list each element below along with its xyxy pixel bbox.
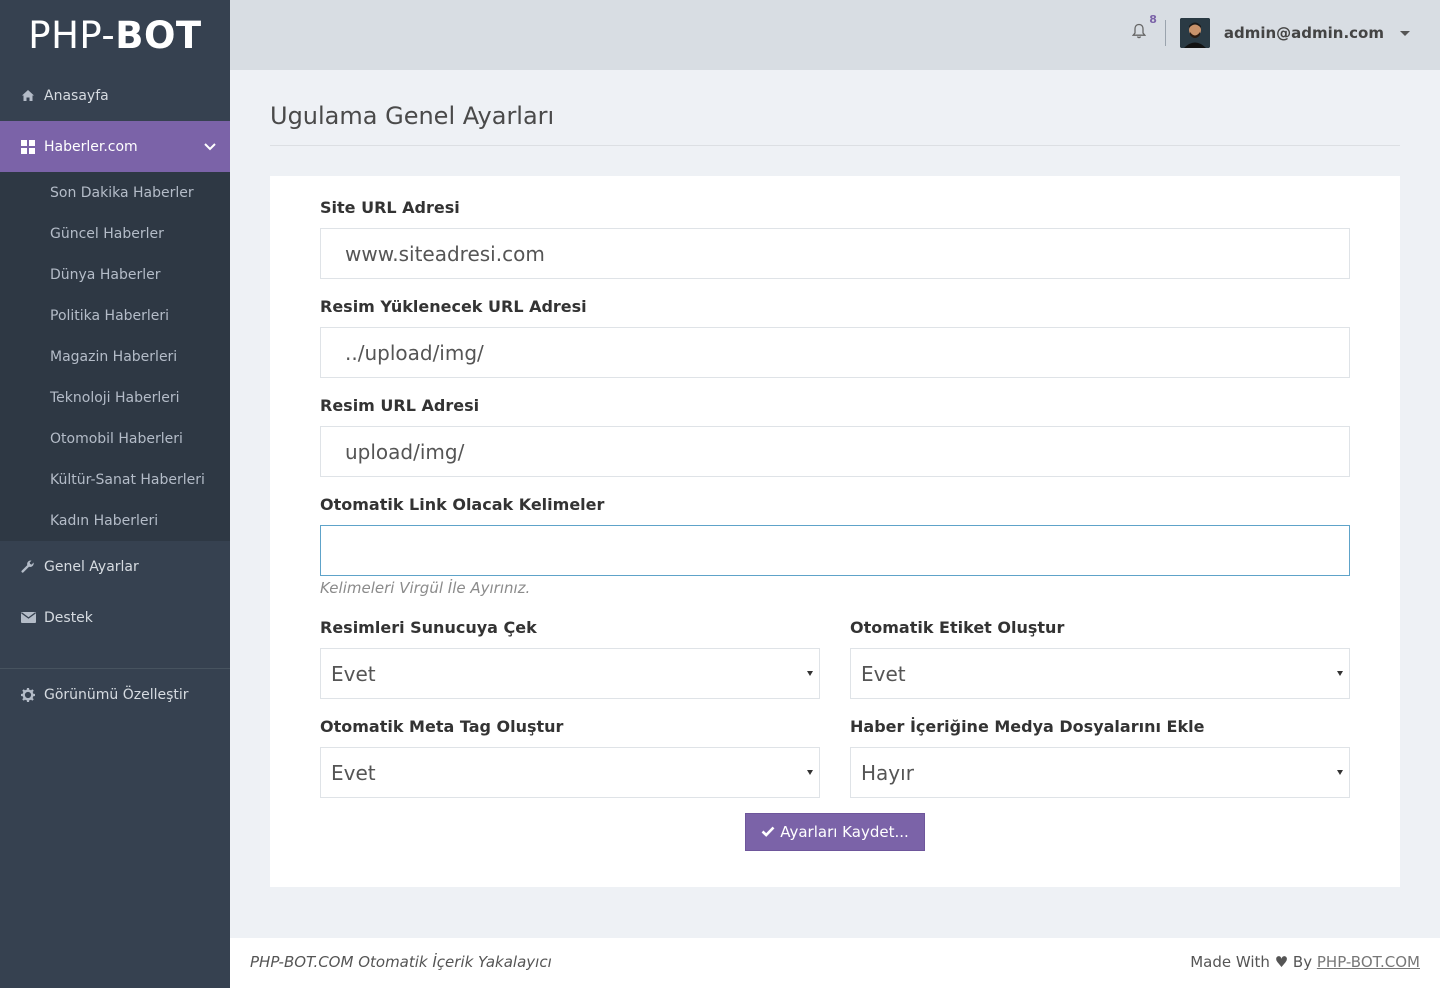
brand-logo[interactable]: PHP- BOT: [0, 0, 230, 70]
sidebar-item-genel-ayarlar[interactable]: Genel Ayarlar: [0, 541, 230, 592]
auto-meta-value: Evet: [331, 760, 376, 785]
submenu-item[interactable]: Son Dakika Haberler: [0, 172, 230, 213]
sidebar-item-label: Destek: [44, 609, 93, 626]
add-media-label: Haber İçeriğine Medya Dosyalarını Ekle: [850, 717, 1205, 736]
sidebar-item-label: Genel Ayarlar: [44, 558, 139, 575]
auto-tags-select[interactable]: Evet: [850, 648, 1350, 699]
save-settings-button[interactable]: Ayarları Kaydet...: [745, 813, 925, 851]
select-arrow-icon: [807, 671, 813, 676]
site-url-value: www.siteadresi.com: [345, 241, 545, 266]
upload-url-field[interactable]: ../upload/img/: [320, 327, 1350, 378]
avatar[interactable]: [1179, 18, 1210, 48]
check-icon: [761, 823, 775, 841]
sidebar-item-haberler[interactable]: Haberler.com: [0, 121, 230, 172]
auto-meta-label: Otomatik Meta Tag Oluştur: [320, 717, 564, 736]
footer-link[interactable]: PHP-BOT.COM: [1317, 953, 1420, 971]
select-arrow-icon: [1337, 770, 1343, 775]
select-arrow-icon: [1337, 671, 1343, 676]
sidebar-item-label: Haberler.com: [44, 138, 138, 155]
site-url-field[interactable]: www.siteadresi.com: [320, 228, 1350, 279]
top-header: 8 admin@admin.com: [230, 0, 1440, 70]
footer-tagline: PHP-BOT.COM Otomatik İçerik Yakalayıcı: [250, 953, 552, 971]
bell-icon: [1131, 23, 1147, 43]
auto-meta-select[interactable]: Evet: [320, 747, 820, 798]
upload-url-value: ../upload/img/: [345, 340, 484, 365]
fetch-images-label: Resimleri Sunucuya Çek: [320, 618, 537, 637]
submenu-item[interactable]: Kültür-Sanat Haberleri: [0, 459, 230, 500]
save-settings-label: Ayarları Kaydet...: [780, 823, 909, 841]
page-title: Ugulama Genel Ayarları: [270, 102, 555, 130]
image-url-label: Resim URL Adresi: [320, 396, 480, 415]
fetch-images-value: Evet: [331, 661, 376, 686]
footer-made-with: Made With ♥ By: [1190, 953, 1313, 971]
settings-form: Site URL Adresi www.siteadresi.com Resim…: [270, 176, 1400, 887]
sidebar: PHP- BOT Anasayfa Haberler.com Son Dakika…: [0, 0, 230, 988]
wrench-icon: [20, 559, 36, 574]
notification-count: 8: [1149, 13, 1157, 26]
sidebar-item-anasayfa[interactable]: Anasayfa: [0, 70, 230, 121]
image-url-value: upload/img/: [345, 439, 465, 464]
submenu-item[interactable]: Kadın Haberleri: [0, 500, 230, 541]
brand-prefix: PHP-: [28, 13, 116, 57]
header-separator: [1164, 20, 1166, 46]
user-email[interactable]: admin@admin.com: [1224, 24, 1384, 42]
submenu-item[interactable]: Politika Haberleri: [0, 295, 230, 336]
sidebar-item-gorunum[interactable]: Görünümü Özelleştir: [0, 669, 230, 720]
submenu-item[interactable]: Dünya Haberler: [0, 254, 230, 295]
title-divider: [270, 145, 1400, 146]
sidebar-item-destek[interactable]: Destek: [0, 592, 230, 643]
grid-icon: [20, 139, 36, 154]
upload-url-label: Resim Yüklenecek URL Adresi: [320, 297, 587, 316]
image-url-field[interactable]: upload/img/: [320, 426, 1350, 477]
brand-bold: BOT: [115, 13, 202, 57]
sidebar-item-label: Anasayfa: [44, 87, 109, 104]
submenu-item[interactable]: Teknoloji Haberleri: [0, 377, 230, 418]
site-url-label: Site URL Adresi: [320, 198, 460, 217]
select-arrow-icon: [807, 770, 813, 775]
header-right: 8 admin@admin.com: [1129, 0, 1410, 66]
caret-down-icon[interactable]: [1400, 30, 1410, 36]
auto-tags-value: Evet: [861, 661, 906, 686]
submenu-item[interactable]: Magazin Haberleri: [0, 336, 230, 377]
home-icon: [20, 89, 36, 102]
notification-button[interactable]: 8: [1129, 13, 1157, 43]
submenu-item[interactable]: Güncel Haberler: [0, 213, 230, 254]
auto-link-field[interactable]: [320, 525, 1350, 576]
chevron-down-icon: [204, 139, 216, 155]
auto-link-label: Otomatik Link Olacak Kelimeler: [320, 495, 605, 514]
envelope-icon: [20, 612, 36, 623]
sidebar-item-label: Görünümü Özelleştir: [44, 686, 189, 703]
auto-tags-label: Otomatik Etiket Oluştur: [850, 618, 1065, 637]
footer-credit: Made With ♥ By PHP-BOT.COM: [1190, 953, 1420, 971]
add-media-value: Hayır: [861, 760, 914, 785]
submenu-item[interactable]: Otomobil Haberleri: [0, 418, 230, 459]
add-media-select[interactable]: Hayır: [850, 747, 1350, 798]
auto-link-help: Kelimeleri Virgül İle Ayırınız.: [320, 579, 531, 597]
footer: PHP-BOT.COM Otomatik İçerik Yakalayıcı M…: [230, 938, 1440, 988]
sidebar-submenu: Son Dakika Haberler Güncel Haberler Düny…: [0, 172, 230, 541]
fetch-images-select[interactable]: Evet: [320, 648, 820, 699]
gear-icon: [20, 687, 36, 702]
